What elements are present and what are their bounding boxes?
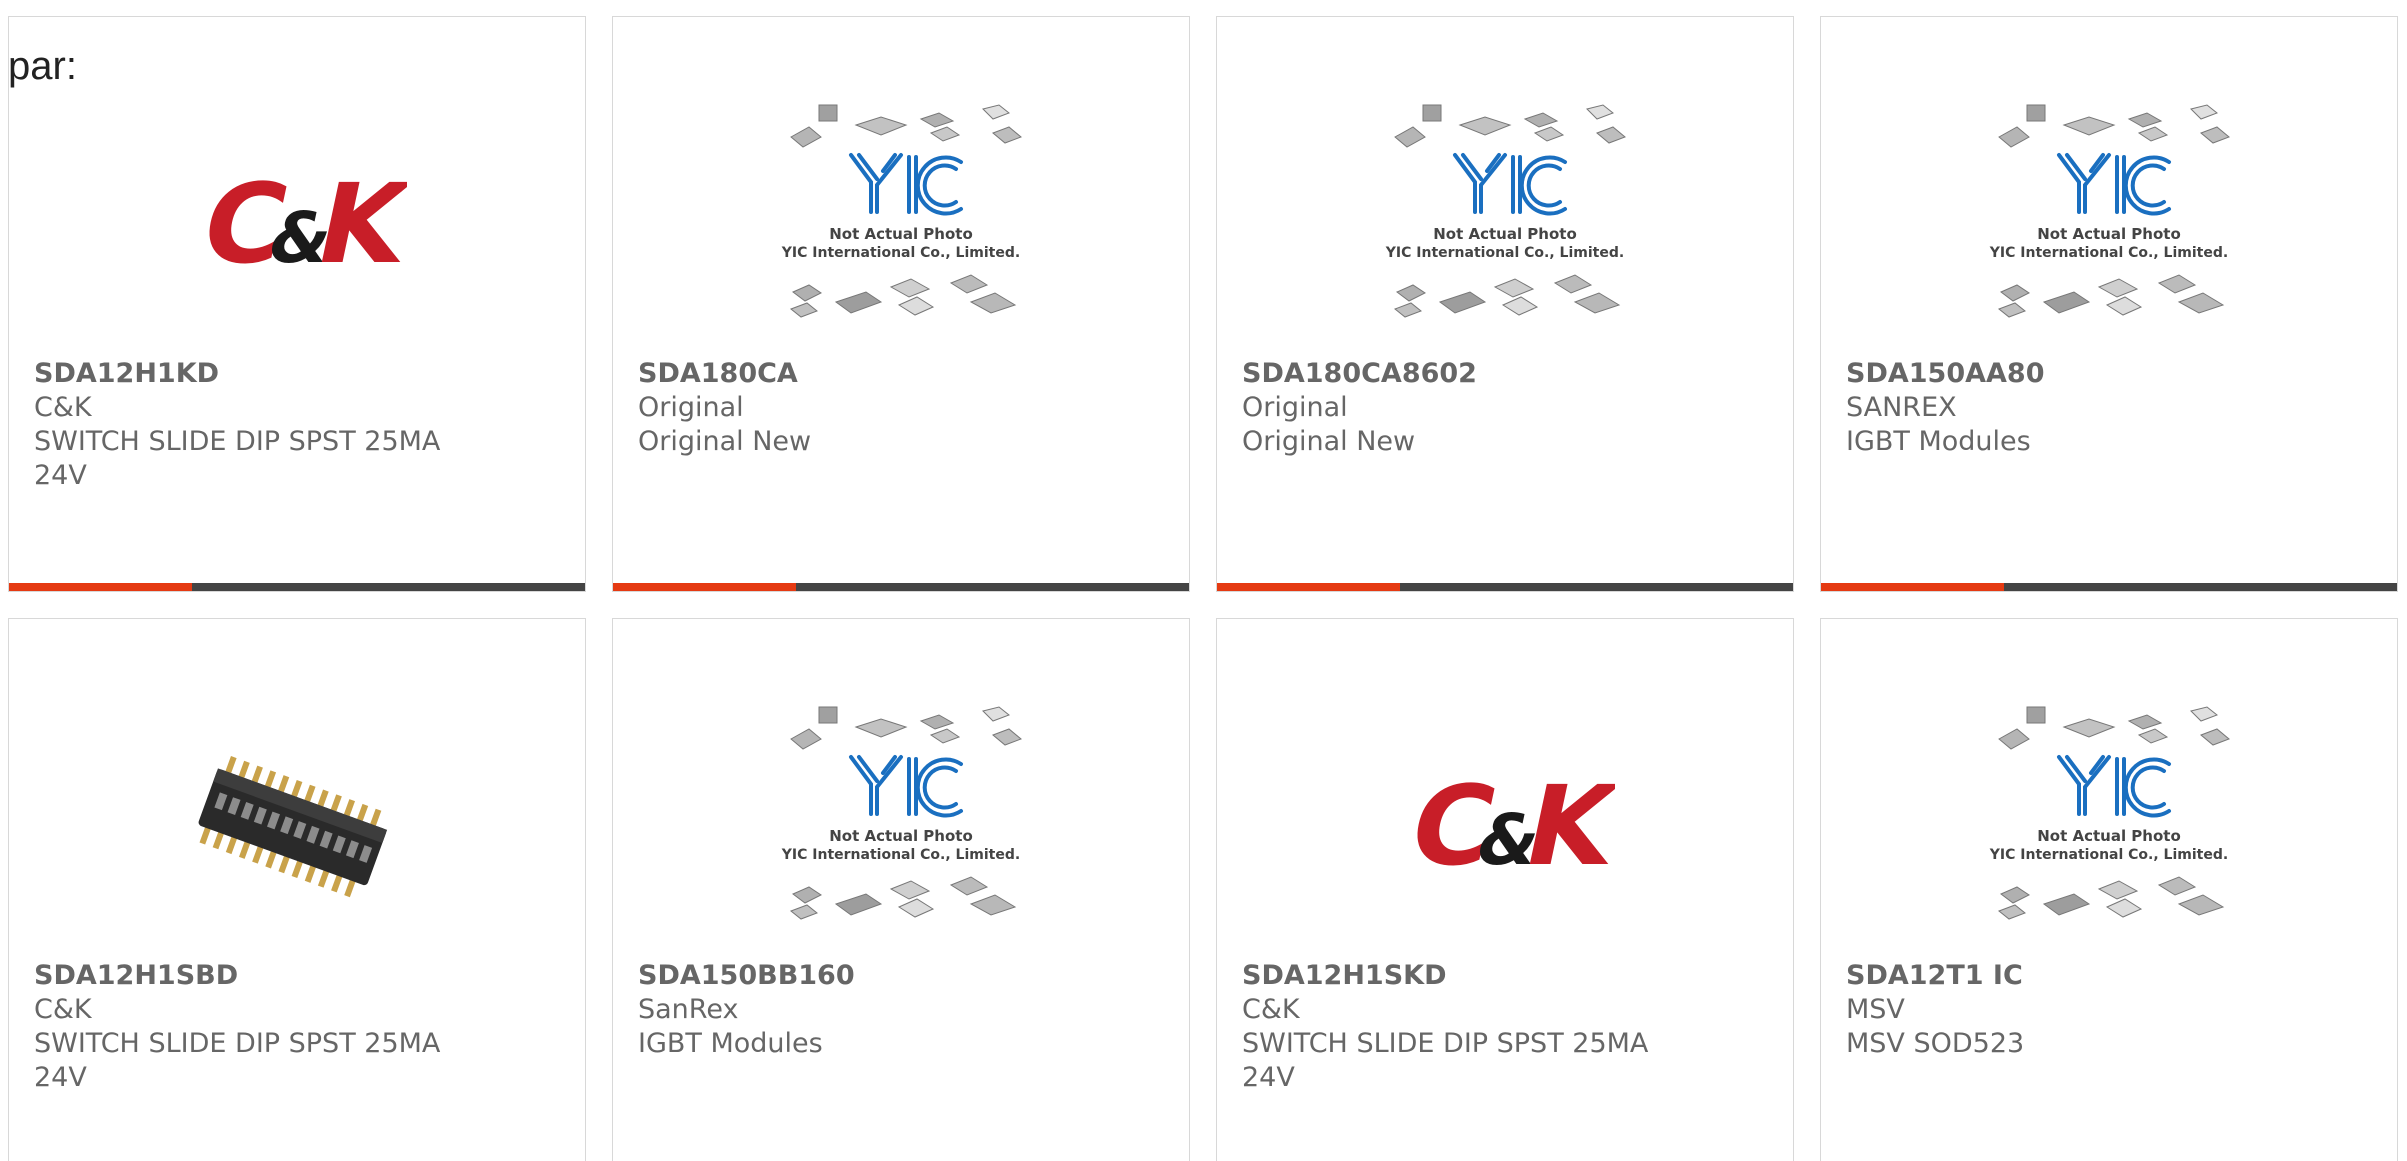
brand-name: SanRex xyxy=(638,994,739,1025)
part-number[interactable]: SDA180CA xyxy=(638,357,1098,391)
product-card[interactable]: Not Actual Photo YIC International Co., … xyxy=(1216,16,1794,592)
card-bottom-bar xyxy=(1217,583,1793,591)
brand-name: C&K xyxy=(34,994,92,1025)
card-accent-bar xyxy=(613,583,796,591)
prefix-label: par: xyxy=(8,44,77,88)
product-info: SDA12T1 IC MSV MSV SOD523 xyxy=(1846,959,2306,1061)
product-image[interactable]: Not Actual Photo YIC International Co., … xyxy=(613,679,1189,979)
product-description: SWITCH SLIDE DIP SPST 25MA 24V xyxy=(34,1028,441,1093)
product-card[interactable]: Not Actual Photo YIC International Co., … xyxy=(1820,618,2398,1161)
svg-text:Not Actual Photo: Not Actual Photo xyxy=(2037,225,2181,243)
brand-name: Original xyxy=(1242,392,1348,423)
card-accent-bar xyxy=(1217,583,1400,591)
yic-placeholder-image: Not Actual Photo YIC International Co., … xyxy=(781,104,1022,318)
brand-name: Original xyxy=(638,392,744,423)
product-card[interactable]: Not Actual Photo YIC International Co., … xyxy=(612,16,1190,592)
dip-switch-photo xyxy=(198,756,388,898)
product-card[interactable]: C & K SDA12H1KD C&K SWITCH SLIDE DIP SPST … xyxy=(8,16,586,592)
card-bottom-bar xyxy=(613,583,1189,591)
yic-placeholder-image: Not Actual Photo YIC International Co., … xyxy=(1385,104,1626,318)
card-bottom-bar xyxy=(9,583,585,591)
brand-name: SANREX xyxy=(1846,392,1957,423)
part-number[interactable]: SDA12H1KD xyxy=(34,357,494,391)
product-info: SDA12H1SKD C&K SWITCH SLIDE DIP SPST 25MA … xyxy=(1242,959,1702,1095)
part-number[interactable]: SDA12H1SKD xyxy=(1242,959,1702,993)
svg-text:Not Actual Photo: Not Actual Photo xyxy=(829,225,973,243)
brand-name: MSV xyxy=(1846,994,1905,1025)
svg-text:Not Actual Photo: Not Actual Photo xyxy=(2037,827,2181,845)
product-description: SWITCH SLIDE DIP SPST 25MA 24V xyxy=(1242,1028,1649,1093)
product-image[interactable]: C & K xyxy=(9,77,585,377)
svg-text:Not Actual Photo: Not Actual Photo xyxy=(829,827,973,845)
product-description: IGBT Modules xyxy=(1846,426,2031,457)
product-description: MSV SOD523 xyxy=(1846,1028,2025,1059)
product-description: SWITCH SLIDE DIP SPST 25MA 24V xyxy=(34,426,441,491)
product-image[interactable]: Not Actual Photo YIC International Co., … xyxy=(1217,77,1793,377)
svg-text:YIC International Co., Limited: YIC International Co., Limited. xyxy=(781,847,1020,863)
part-number[interactable]: SDA150AA80 xyxy=(1846,357,2306,391)
product-image[interactable]: C & K xyxy=(1217,679,1793,979)
product-image[interactable]: Not Actual Photo YIC International Co., … xyxy=(613,77,1189,377)
product-description: Original New xyxy=(638,426,812,457)
svg-text:Not Actual Photo: Not Actual Photo xyxy=(1433,225,1577,243)
svg-text:YIC International Co., Limited: YIC International Co., Limited. xyxy=(1385,245,1624,261)
yic-placeholder-image: Not Actual Photo YIC International Co., … xyxy=(1989,706,2230,920)
ck-logo-image: C & K xyxy=(1399,769,1615,889)
yic-placeholder-image: Not Actual Photo YIC International Co., … xyxy=(1989,104,2230,318)
svg-text:YIC International Co., Limited: YIC International Co., Limited. xyxy=(1989,245,2228,261)
product-image[interactable]: Not Actual Photo YIC International Co., … xyxy=(1821,77,2397,377)
part-number[interactable]: SDA12H1SBD xyxy=(34,959,494,993)
part-number[interactable]: SDA180CA8602 xyxy=(1242,357,1702,391)
product-card[interactable]: Not Actual Photo YIC International Co., … xyxy=(1820,16,2398,592)
card-accent-bar xyxy=(9,583,192,591)
product-info: SDA150AA80 SANREX IGBT Modules xyxy=(1846,357,2306,459)
product-card[interactable]: Not Actual Photo YIC International Co., … xyxy=(612,618,1190,1161)
brand-name: C&K xyxy=(1242,994,1300,1025)
page: par: C & K SDA12H1KD C&K SWITCH SLIDE DIP … xyxy=(0,0,2407,1161)
yic-placeholder-image: Not Actual Photo YIC International Co., … xyxy=(781,706,1022,920)
product-grid: C & K SDA12H1KD C&K SWITCH SLIDE DIP SPST … xyxy=(8,16,2400,1161)
product-info: SDA12H1KD C&K SWITCH SLIDE DIP SPST 25MA 2… xyxy=(34,357,494,493)
brand-name: C&K xyxy=(34,392,92,423)
product-info: SDA150BB160 SanRex IGBT Modules xyxy=(638,959,1098,1061)
part-number[interactable]: SDA150BB160 xyxy=(638,959,1098,993)
product-card[interactable]: SDA12H1SBD C&K SWITCH SLIDE DIP SPST 25MA … xyxy=(8,618,586,1161)
product-image[interactable]: Not Actual Photo YIC International Co., … xyxy=(1821,679,2397,979)
product-info: SDA180CA8602 Original Original New xyxy=(1242,357,1702,459)
product-info: SDA12H1SBD C&K SWITCH SLIDE DIP SPST 25MA … xyxy=(34,959,494,1095)
card-bottom-bar xyxy=(1821,583,2397,591)
product-description: IGBT Modules xyxy=(638,1028,823,1059)
part-number[interactable]: SDA12T1 IC xyxy=(1846,959,2306,993)
svg-text:K: K xyxy=(1514,769,1615,889)
ck-logo-image: C & K xyxy=(191,167,407,287)
product-description: Original New xyxy=(1242,426,1416,457)
svg-text:YIC International Co., Limited: YIC International Co., Limited. xyxy=(781,245,1020,261)
svg-text:K: K xyxy=(306,167,407,287)
card-accent-bar xyxy=(1821,583,2004,591)
product-info: SDA180CA Original Original New xyxy=(638,357,1098,459)
product-image[interactable] xyxy=(9,679,585,979)
svg-text:YIC International Co., Limited: YIC International Co., Limited. xyxy=(1989,847,2228,863)
product-card[interactable]: C & K SDA12H1SKD C&K SWITCH SLIDE DIP SPST… xyxy=(1216,618,1794,1161)
